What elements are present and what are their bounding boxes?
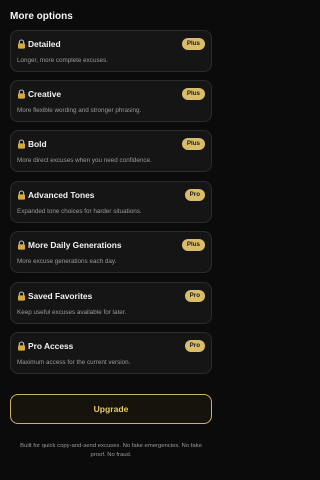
lock-icon (18, 139, 25, 149)
option-description: More flexible wording and stronger phras… (17, 107, 142, 114)
option-title: More Daily Generations (28, 240, 122, 250)
option-card-saved-favorites[interactable]: Saved Favorites Pro Keep useful excuses … (10, 282, 212, 324)
lock-icon (18, 291, 25, 301)
option-card-detailed[interactable]: Detailed Plus Longer, more complete excu… (10, 30, 212, 72)
option-title: Advanced Tones (28, 190, 95, 200)
plus-badge: Plus (181, 88, 205, 100)
footer-disclaimer: Built for quick copy-and-send excuses. N… (20, 443, 202, 458)
lock-icon (18, 89, 25, 99)
pro-badge: Pro (184, 290, 205, 302)
pro-badge: Pro (184, 189, 205, 201)
pro-badge: Pro (184, 340, 205, 352)
lock-icon (18, 240, 25, 250)
option-card-more-daily-generations[interactable]: More Daily Generations Plus More excuse … (10, 231, 212, 273)
option-card-advanced-tones[interactable]: Advanced Tones Pro Expanded tone choices… (10, 181, 212, 223)
option-card-creative[interactable]: Creative Plus More flexible wording and … (10, 80, 212, 122)
lock-icon (18, 190, 25, 200)
option-title: Detailed (28, 39, 61, 49)
option-title: Pro Access (28, 341, 74, 351)
option-card-bold[interactable]: Bold Plus More direct excuses when you n… (10, 130, 212, 172)
option-title: Saved Favorites (28, 291, 93, 301)
option-description: Longer, more complete excuses. (17, 57, 109, 64)
option-description: More direct excuses when you need confid… (17, 157, 152, 164)
more-options-screen: More options Detailed Plus Longer, more … (0, 0, 222, 480)
option-title: Bold (28, 139, 47, 149)
option-description: More excuse generations each day. (17, 258, 117, 265)
plus-badge: Plus (181, 138, 205, 150)
option-description: Maximum access for the current version. (17, 359, 131, 366)
option-title: Creative (28, 89, 62, 99)
option-card-pro-access[interactable]: Pro Access Pro Maximum access for the cu… (10, 332, 212, 374)
option-description: Keep useful excuses available for later. (17, 309, 127, 316)
option-description: Expanded tone choices for harder situati… (17, 208, 142, 215)
lock-icon (18, 39, 25, 49)
plus-badge: Plus (181, 38, 205, 50)
lock-icon (18, 341, 25, 351)
upgrade-button[interactable]: Upgrade (10, 394, 212, 424)
section-title: More options (10, 11, 73, 22)
plus-badge: Plus (181, 239, 205, 251)
